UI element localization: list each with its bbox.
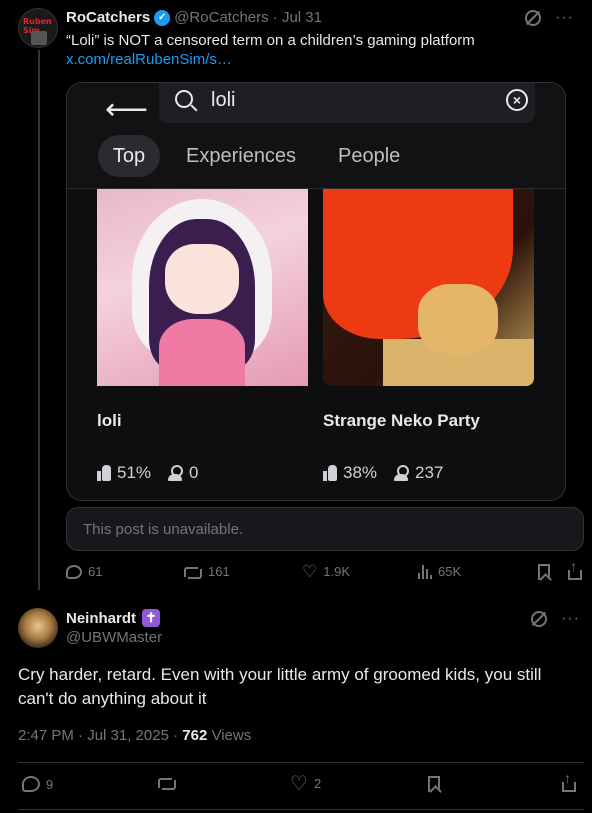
tweet2-text: Cry harder, retard. Even with your littl… — [18, 665, 542, 708]
thumb-face-shape — [165, 244, 239, 314]
game-stats-1: 51% 0 — [97, 463, 199, 483]
avatar-box-graphic — [31, 31, 47, 45]
author-handle[interactable]: @UBWMaster — [66, 629, 162, 646]
neinhardt-avatar[interactable] — [18, 608, 58, 648]
thumb-body-shape — [159, 319, 245, 386]
media-tab-experiences: Experiences — [186, 145, 297, 167]
author-name[interactable]: Neinhardt — [66, 610, 136, 627]
bookmark-button[interactable] — [538, 564, 550, 580]
back-arrow-icon: ⟵ — [105, 93, 149, 126]
game-stats-2: 38% 237 — [323, 463, 443, 483]
thread-line — [38, 50, 40, 590]
like-button[interactable]: ♡ 1.9K — [302, 561, 350, 581]
game-thumbnail-2 — [323, 189, 534, 386]
media-search-header: ⟵ loli × Top Experiences People — [67, 83, 565, 189]
players-icon — [393, 465, 410, 481]
tweet2-views-label: Views — [207, 727, 252, 744]
media-search-value: loli — [211, 89, 236, 111]
divider-top — [18, 762, 584, 763]
tweet2-views-count: 762 — [182, 727, 208, 744]
search-icon — [175, 90, 193, 108]
grok-icon[interactable] — [525, 10, 542, 26]
bookmark-icon — [428, 776, 440, 792]
repost-count: 161 — [208, 564, 230, 579]
tweet1-header-actions: ··· — [525, 9, 574, 27]
rocatchers-avatar[interactable]: Ruben Sim — [18, 8, 58, 48]
bookmark-icon — [538, 564, 550, 580]
share-icon — [562, 770, 576, 792]
more-options-icon[interactable]: ··· — [561, 610, 580, 628]
quote-unavailable-notice: This post is unavailable. — [66, 507, 584, 551]
reply-button[interactable]: 9 — [22, 776, 53, 792]
thumbs-up-icon — [97, 465, 111, 481]
cross-badge-icon: ✝ — [142, 609, 161, 627]
tweet1-action-bar: 61 161 ♡ 1.9K 65K — [66, 558, 584, 586]
share-button[interactable] — [568, 558, 582, 580]
views-count: 65K — [438, 564, 462, 579]
reply-icon — [66, 564, 82, 579]
author-handle-time[interactable]: @RoCatchers · Jul 31 — [174, 9, 322, 26]
game-rating: 38% — [343, 463, 378, 482]
bookmark-button[interactable] — [428, 776, 440, 792]
repost-button[interactable] — [158, 776, 176, 790]
tweet2-meta: 2:47 PM · Jul 31, 2025 · 762 Views — [18, 727, 251, 744]
grok-icon[interactable] — [531, 611, 548, 627]
verified-badge-icon: ✓ — [154, 9, 171, 26]
game-players: 237 — [415, 463, 444, 482]
repost-icon — [184, 565, 202, 579]
media-tab-top: Top — [98, 135, 160, 177]
views-icon — [418, 564, 432, 579]
reply-count: 9 — [46, 776, 54, 792]
heart-icon: ♡ — [302, 561, 318, 581]
author-name[interactable]: RoCatchers — [66, 9, 150, 26]
divider-bottom — [18, 809, 584, 810]
game-players: 0 — [189, 463, 199, 482]
tweet2-timestamp[interactable]: 2:47 PM · Jul 31, 2025 · — [18, 727, 182, 744]
like-count: 2 — [313, 776, 322, 791]
tweet1-link[interactable]: x.com/realRubenSim/s… — [66, 51, 232, 68]
clear-search-icon: × — [506, 89, 528, 111]
share-icon — [568, 558, 582, 580]
game-title-2: Strange Neko Party — [323, 411, 480, 430]
thumbs-up-icon — [323, 465, 337, 481]
tweet2-header-actions: ··· — [531, 610, 580, 628]
tweet2-action-bar: 9 ♡ 2 — [18, 770, 584, 798]
more-options-icon[interactable]: ··· — [555, 9, 574, 27]
game-thumbnail-1 — [97, 189, 308, 386]
game-rating: 51% — [117, 463, 152, 482]
thumb-face-shape — [418, 284, 498, 354]
share-button[interactable] — [562, 770, 576, 792]
players-icon — [167, 465, 184, 481]
tweet1-text: “Loli” is NOT a censored term on a child… — [66, 32, 475, 49]
like-button[interactable]: ♡ 2 — [290, 772, 322, 795]
heart-icon: ♡ — [290, 772, 308, 795]
tweet2-name-row: Neinhardt ✝ — [66, 609, 161, 627]
repost-icon — [158, 776, 176, 790]
media-tab-people: People — [338, 145, 401, 167]
tweet1-media-screenshot[interactable]: ⟵ loli × Top Experiences People loli Str… — [66, 82, 566, 501]
views-button[interactable]: 65K — [418, 564, 461, 579]
reply-button[interactable]: 61 — [66, 564, 102, 579]
reply-count: 61 — [88, 564, 103, 579]
game-title-1: loli — [97, 411, 122, 430]
repost-button[interactable]: 161 — [184, 564, 230, 579]
reply-icon — [22, 776, 40, 792]
like-count: 1.9K — [323, 564, 350, 579]
tweet1-header: RoCatchers ✓ @RoCatchers · Jul 31 ··· — [66, 9, 586, 26]
